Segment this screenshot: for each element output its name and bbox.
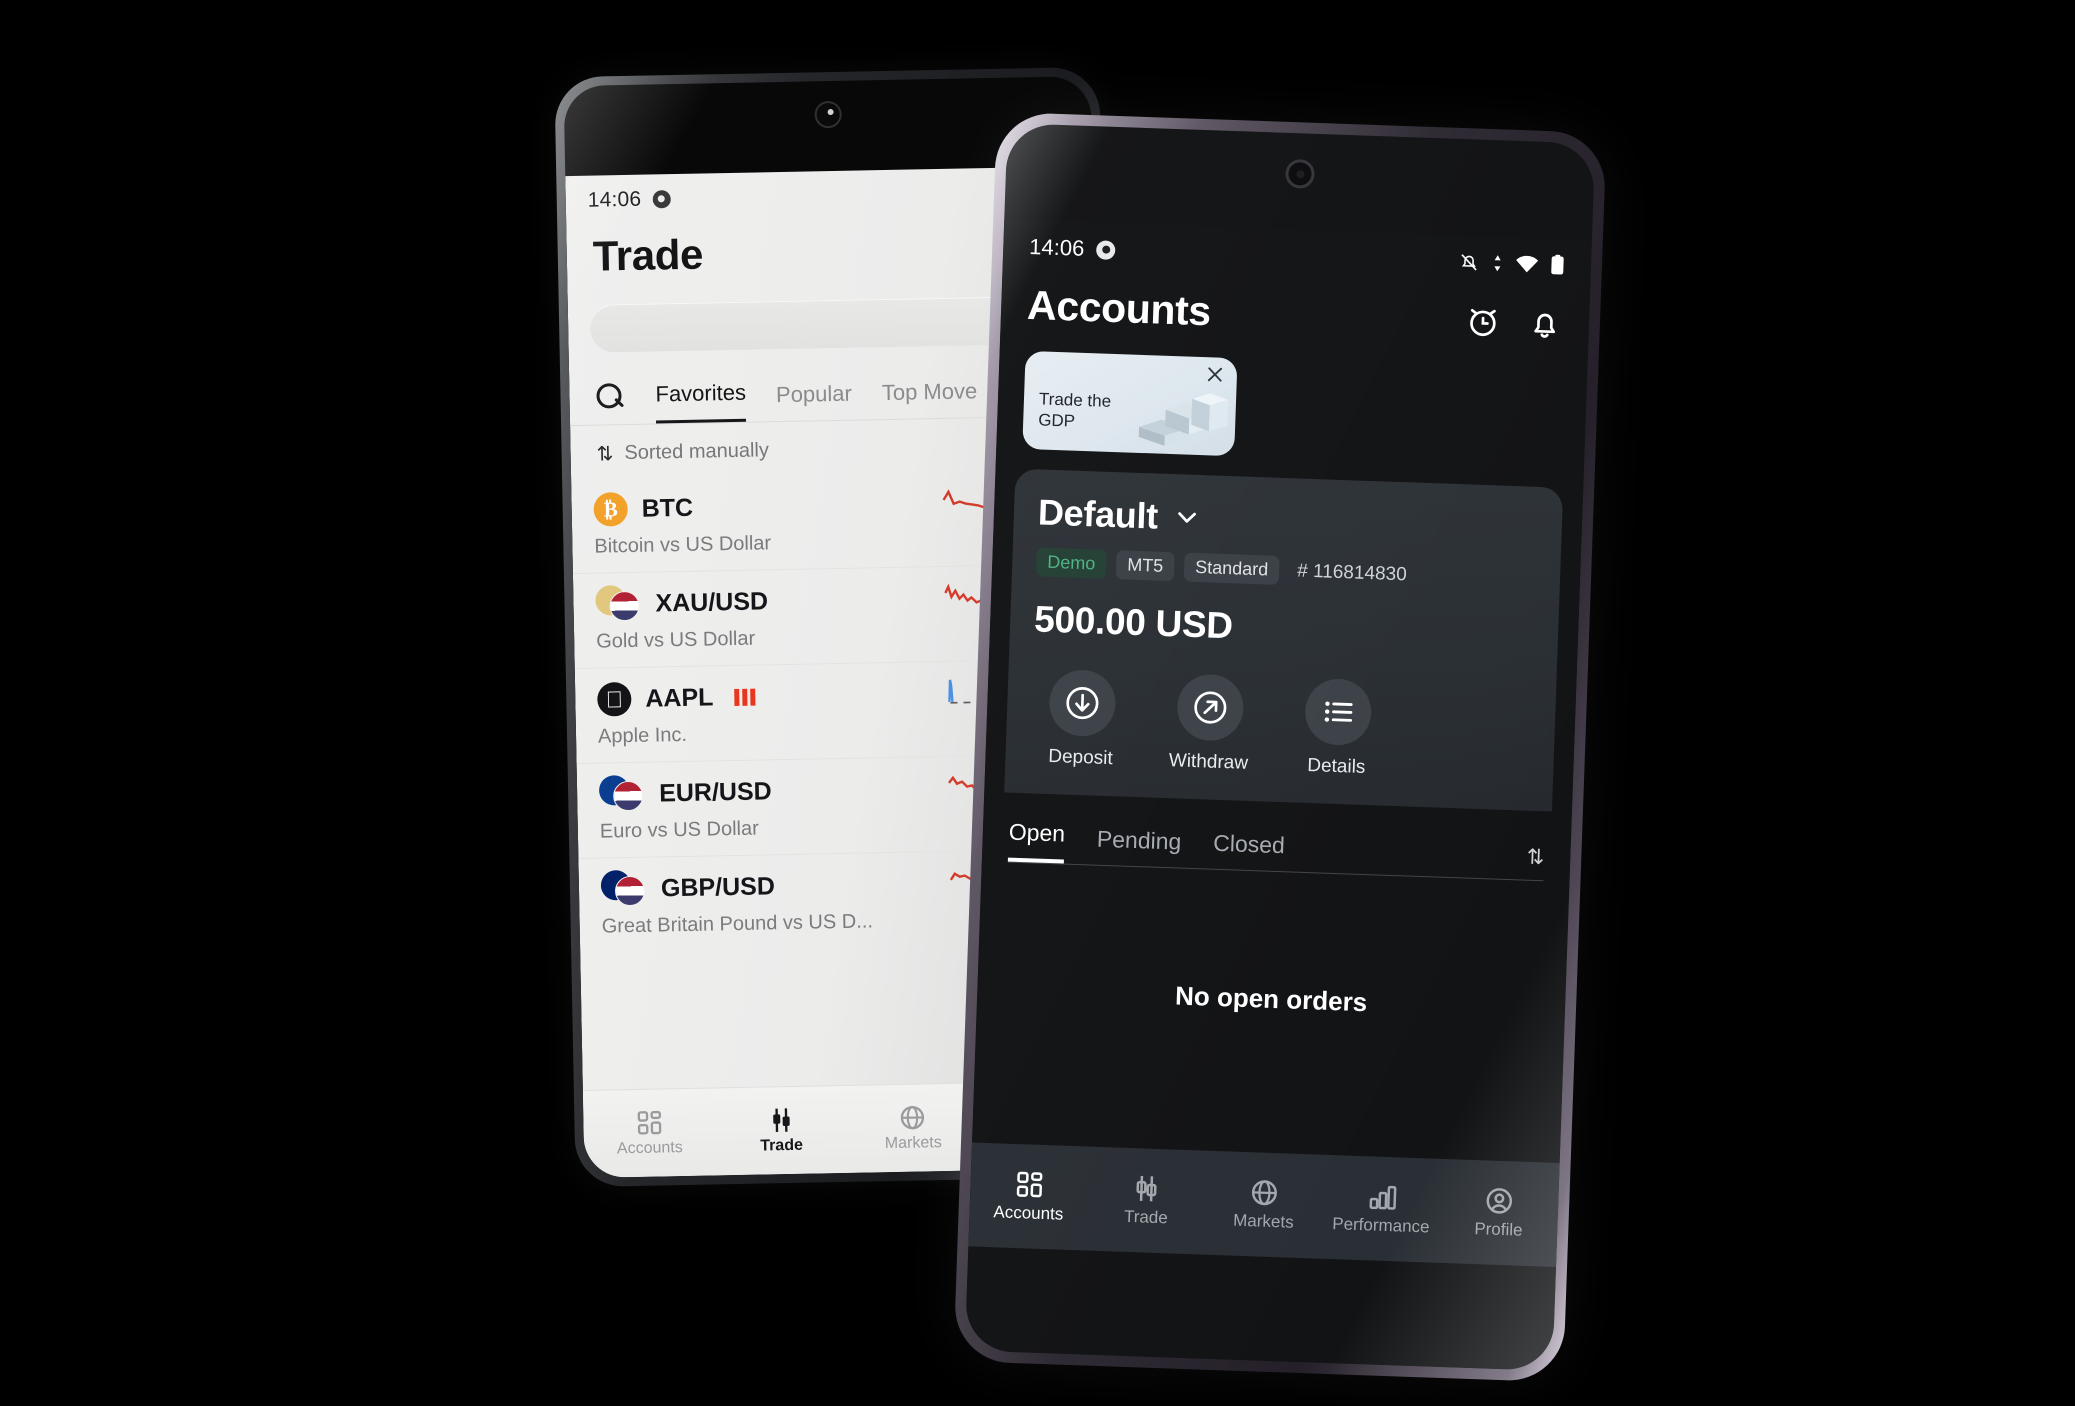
globe-icon [1251,1180,1277,1206]
nav-trade[interactable]: Trade [1087,1172,1206,1230]
deposit-icon-wrap [1048,668,1117,738]
user-circle-icon [1486,1188,1513,1214]
action-label: Withdraw [1168,750,1249,774]
message-dot-icon [652,190,671,209]
tab-open[interactable]: Open [1007,818,1066,864]
nav-label: Performance [1331,1214,1430,1237]
front-phone-device: 14:06 Accounts Trade the GDP Default Dem… [953,111,1607,1383]
nav-trade[interactable]: Trade [715,1105,848,1157]
screenshot-stage: 14:06 Trade Favorites Popular Top Move ⇅… [0,0,2075,1406]
arrow-up-right-circle-icon [1194,691,1227,724]
account-card: Default Demo MT5 Standard # 116814830 50… [1004,468,1564,812]
candlestick-icon [772,1108,790,1132]
tab-closed[interactable]: Closed [1212,830,1285,871]
orders-tabs: Open Pending Closed ⇅ [1007,818,1546,882]
bell-off-icon [1461,254,1477,271]
status-time: 14:06 [587,187,642,212]
nav-markets[interactable]: Markets [847,1102,980,1154]
front-camera-icon [1285,158,1316,189]
instrument-symbol: EUR/USD [658,776,772,807]
page-title: Accounts [1026,281,1212,335]
action-label: Deposit [1047,745,1114,770]
nav-label: Accounts [993,1202,1064,1224]
details-button[interactable]: Details [1291,677,1384,779]
sort-arrows-icon[interactable]: ⇅ [1526,845,1545,881]
nav-markets[interactable]: Markets [1204,1176,1323,1234]
battery-icon [1551,254,1564,275]
instrument-symbol: GBP/USD [660,871,776,902]
front-camera-icon [813,100,842,129]
globe-icon [901,1105,925,1130]
instrument-symbol: XAU/USD [655,586,769,617]
account-badges: Demo MT5 Standard # 116814830 [1035,547,1537,593]
data-transfer-icon [1494,255,1501,272]
nav-label: Trade [760,1136,804,1155]
nav-label: Markets [884,1134,942,1153]
promo-banner[interactable]: Trade the GDP [1022,350,1238,457]
accounts-grid-icon [637,1110,662,1135]
wifi-icon [1516,255,1539,273]
sort-arrows-icon: ⇅ [596,443,614,466]
3d-steps-bar-icon [1138,393,1229,446]
bell-icon[interactable] [1526,305,1563,342]
sort-label: Sorted manually [624,439,770,465]
tab-top-movers[interactable]: Top Move [882,378,978,419]
account-balance: 500.00 USD [1033,598,1234,647]
eur-usd-pair-icon [598,775,646,812]
tab-favorites[interactable]: Favorites [655,379,747,424]
promo-line-1: Trade the [1038,389,1112,411]
platform-badge: MT5 [1115,550,1175,582]
header-icons [1464,303,1563,342]
deposit-button[interactable]: Deposit [1035,668,1128,771]
bottom-navigation: Accounts Trade [968,1142,1560,1267]
empty-state-message: No open orders [1174,980,1368,1018]
nav-performance[interactable]: Performance [1322,1180,1441,1238]
nav-label: Markets [1232,1210,1294,1232]
apple-icon:  [597,681,632,717]
withdraw-button[interactable]: Withdraw [1163,673,1256,775]
status-time: 14:06 [1028,233,1085,261]
action-label: Details [1306,754,1366,778]
chevron-down-icon[interactable] [1171,502,1202,533]
details-icon-wrap [1304,677,1373,747]
nav-label: Trade [1123,1206,1169,1228]
search-icon[interactable] [595,382,626,413]
list-icon [1324,701,1353,722]
nav-accounts[interactable]: Accounts [969,1167,1088,1225]
account-actions: Deposit Withdraw Details [1029,668,1532,784]
gold-usd-pair-icon [595,585,642,622]
type-badge: Standard [1183,552,1280,585]
nav-profile[interactable]: Profile [1439,1184,1558,1242]
tab-popular[interactable]: Popular [776,381,853,421]
nav-label: Accounts [616,1139,683,1158]
instrument-symbol: BTC [641,493,694,523]
status-badge: Demo [1035,547,1107,579]
nav-label: Profile [1474,1219,1523,1240]
accounts-app: 14:06 Accounts Trade the GDP Default Dem… [964,219,1592,1371]
alarm-clock-icon[interactable] [1464,303,1501,340]
account-name: Default [1037,491,1159,537]
withdraw-icon-wrap [1176,673,1245,742]
market-closed-bars-icon [734,688,756,706]
promo-line-2: GDP [1037,410,1076,431]
front-phone-screen: 14:06 Accounts Trade the GDP Default Dem… [964,123,1596,1371]
arrow-down-circle-icon [1066,687,1099,720]
bitcoin-icon: ₿ [593,492,629,527]
instrument-symbol: AAPL [645,682,714,713]
promo-text: Trade the GDP [1037,389,1112,433]
accounts-grid-icon [1016,1171,1043,1198]
account-name-row[interactable]: Default [1037,491,1538,550]
bar-chart-icon [1369,1185,1396,1210]
system-icons [1458,251,1566,277]
message-dot-icon [1095,239,1116,260]
nav-accounts[interactable]: Accounts [583,1107,716,1159]
gbp-usd-pair-icon [600,870,648,907]
candlestick-icon [1136,1175,1157,1202]
account-number: # 116814830 [1296,560,1408,585]
tab-pending[interactable]: Pending [1096,826,1182,868]
